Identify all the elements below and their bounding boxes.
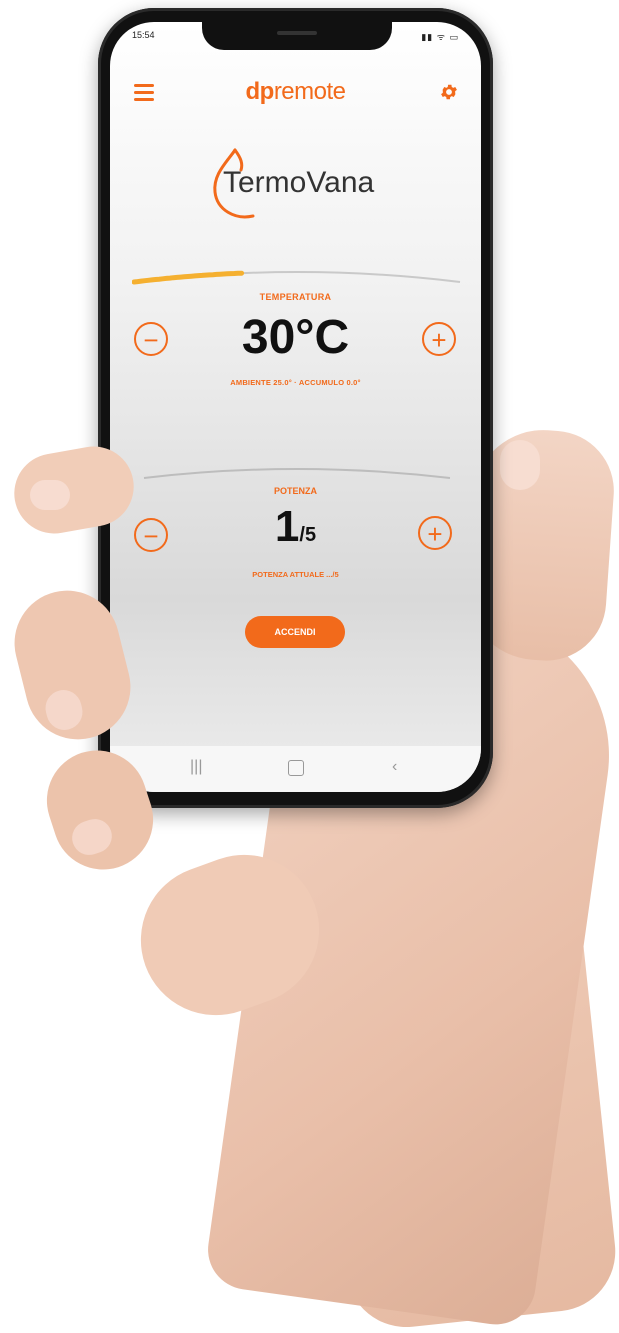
notch-speaker — [277, 31, 317, 35]
brand-remote: remote — [273, 78, 346, 105]
home-button[interactable] — [288, 760, 304, 776]
thumb-nail — [500, 440, 540, 490]
brand-dp: dp — [245, 78, 274, 105]
android-nav-bar: ||| ‹ — [110, 746, 481, 792]
temperature-detail: AMBIENTE 25.0° · ACCUMULO 0.0° — [230, 378, 361, 387]
recents-button[interactable]: ||| — [190, 758, 202, 776]
back-button[interactable]: ‹ — [392, 758, 397, 776]
finger-nail — [30, 480, 70, 510]
temperature-fill — [132, 270, 245, 285]
status-time: 15:54 — [132, 30, 155, 40]
power-unit: /5 — [299, 524, 317, 546]
power-label: POTENZA — [273, 486, 317, 496]
gear-icon[interactable] — [439, 82, 459, 102]
phone-screen: 15:54 ▮▮ ᯤ ▭ dpremote TermoVana TEMPERAT… — [110, 22, 481, 792]
power-detail: POTENZA ATTUALE .../5 — [252, 570, 339, 579]
app-brand: dpremote — [110, 78, 481, 106]
status-icons: ▮▮ ᯤ ▭ — [421, 32, 459, 42]
termovana-logo: TermoVana — [205, 140, 395, 224]
logo-text: TermoVana — [223, 166, 375, 199]
power-increase-button[interactable]: + — [418, 516, 452, 550]
temperature-increase-button[interactable]: + — [422, 322, 456, 356]
turn-on-button[interactable]: ACCENDI — [245, 616, 345, 648]
phone-notch — [202, 22, 392, 50]
temperature-arc — [132, 270, 461, 285]
temperature-label: TEMPERATURA — [259, 292, 332, 302]
phone-device: 15:54 ▮▮ ᯤ ▭ dpremote TermoVana TEMPERAT… — [98, 8, 493, 808]
power-value: 1 — [274, 502, 300, 551]
power-arc — [143, 468, 451, 479]
